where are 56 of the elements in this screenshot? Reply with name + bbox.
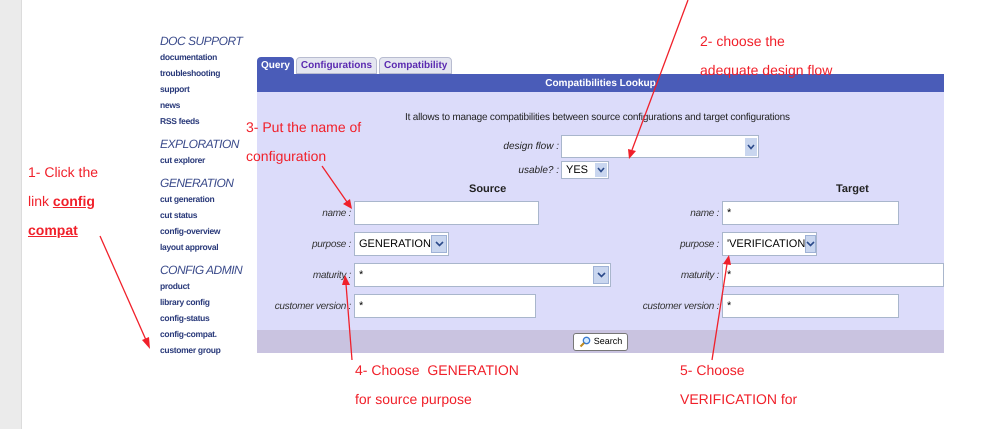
sidebar-link[interactable]: RSS feeds [160,113,200,129]
tab[interactable]: Compatibility [379,57,452,74]
text-field[interactable]: * [354,294,536,318]
sidebar-link[interactable]: config-status [160,310,210,326]
column-heading: Target [836,182,870,197]
text-field[interactable] [354,201,539,225]
tab[interactable]: Query [257,57,294,74]
field-label: design flow : [502,140,560,154]
sidebar-link[interactable]: documentation [160,49,218,65]
dropdown-field[interactable]: YES [561,161,609,179]
text-field[interactable]: * [722,201,899,225]
sidebar-link[interactable]: troubleshooting [160,65,220,81]
text-field[interactable]: * [722,294,899,318]
annotation-text: 1- Click the link config compat [28,163,98,240]
text-field[interactable]: * [722,263,944,287]
section-heading: GENERATION [160,176,235,191]
tab[interactable]: Configurations [296,57,378,74]
sidebar-link[interactable]: config-overview [160,223,220,239]
field-label: customer version : [642,300,720,314]
caret-icon [431,235,447,253]
sidebar-link[interactable]: cut generation [160,191,214,207]
sidebar-link[interactable]: cut explorer [160,152,206,168]
dropdown-field[interactable]: 'VERIFICATION [722,232,817,256]
field-label: maturity : [312,268,352,282]
search-button[interactable]: Search [572,332,628,350]
sidebar-link[interactable]: news [160,97,180,113]
sidebar-link[interactable]: support [160,81,190,97]
dropdown-field[interactable]: * [354,263,611,287]
search-icon [578,336,591,348]
field-label: purpose : [678,238,720,252]
sidebar-link[interactable]: product [160,278,190,294]
section-heading: EXPLORATION [160,137,240,152]
section-heading: CONFIG ADMIN [160,263,244,278]
dropdown-field[interactable]: GENERATION [354,232,449,256]
sidebar-link[interactable]: layout approval [160,239,218,255]
sidebar-link[interactable]: config-compat. [160,326,217,342]
field-label: customer version : [274,300,352,314]
section-heading: DOC SUPPORT [160,34,244,49]
field-label: purpose : [310,238,352,252]
field-label: name : [321,206,352,220]
caret-icon [745,138,757,156]
annotation-text: 3- Put the name of configuration [246,118,362,166]
annotation-arrow [321,166,352,209]
caret-icon [805,235,816,253]
column-heading: Source [469,182,508,197]
annotation-text: 5- Choose VERIFICATION for [680,361,798,409]
field-label: usable? : [517,164,560,178]
dropdown-field[interactable] [561,135,759,158]
sidebar-link[interactable]: library config [160,294,210,310]
field-label: name : [689,206,720,220]
caret-icon [593,266,609,284]
sidebar-link[interactable]: cut status [160,207,198,223]
caret-icon [595,163,607,177]
field-label: maturity : [680,268,720,282]
sidebar-link[interactable]: customer group [160,342,221,358]
annotation-text: 4- Choose GENERATION for source purpose [355,361,519,409]
